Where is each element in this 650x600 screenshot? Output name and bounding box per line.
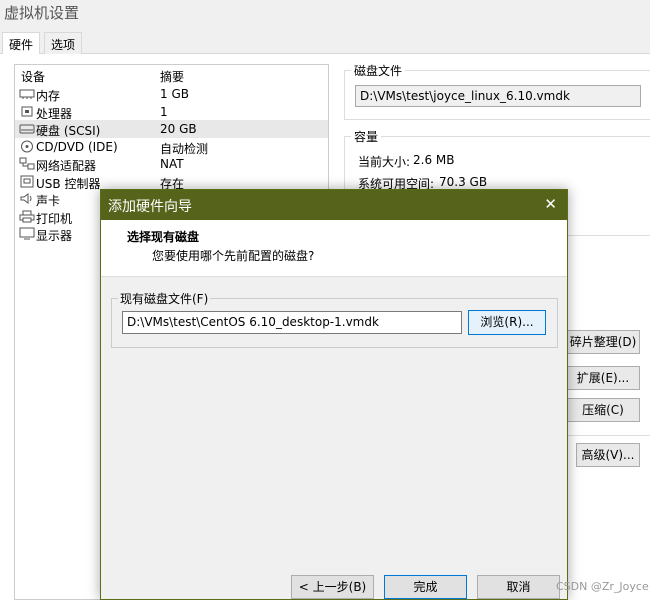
printer-icon: [19, 210, 35, 223]
device-row-processor[interactable]: 处理器 1: [15, 103, 328, 121]
cd-dvd-icon: [19, 140, 35, 153]
close-icon[interactable]: ✕: [544, 195, 557, 213]
back-button[interactable]: < 上一步(B): [291, 575, 374, 599]
sound-icon: [19, 192, 35, 205]
device-name: 网络适配器: [36, 159, 97, 173]
device-name: 打印机: [36, 211, 73, 226]
device-name: 硬盘 (SCSI): [36, 124, 101, 138]
device-list-header: 设备 摘要: [15, 65, 328, 85]
tab-hardware[interactable]: 硬件: [2, 32, 41, 55]
device-name: 声卡: [36, 194, 61, 208]
capacity-label: 容量: [351, 128, 382, 145]
cancel-button[interactable]: 取消: [477, 575, 560, 599]
finish-button[interactable]: 完成: [384, 575, 467, 599]
disk-file-label: 磁盘文件: [351, 62, 406, 79]
free-space-value: 70.3 GB: [439, 175, 488, 189]
dialog-title: 添加硬件向导: [108, 199, 192, 215]
existing-disk-label: 现有磁盘文件(F): [118, 290, 211, 307]
device-row-cd-dvd[interactable]: CD/DVD (IDE) 自动检测: [15, 138, 328, 156]
harddisk-icon: [19, 122, 35, 135]
device-name: USB 控制器: [36, 176, 101, 191]
summary-column-header[interactable]: 摘要: [160, 68, 184, 85]
expand-button[interactable]: 扩展(E)...: [566, 366, 640, 390]
dialog-subheading: 您要使用哪个先前配置的磁盘?: [152, 249, 315, 263]
device-summary: 20 GB: [160, 122, 197, 136]
tab-options[interactable]: 选项: [44, 32, 83, 54]
dialog-heading: 选择现有磁盘: [127, 230, 200, 244]
dialog-header: 选择现有磁盘 您要使用哪个先前配置的磁盘?: [101, 220, 567, 277]
device-name: 处理器: [36, 106, 73, 121]
monitor-icon: [19, 227, 35, 240]
existing-disk-file-input[interactable]: D:\VMs\test\CentOS 6.10_desktop-1.vmdk: [122, 311, 462, 334]
device-row-network[interactable]: 网络适配器 NAT: [15, 155, 328, 173]
device-name: 显示器: [36, 229, 73, 243]
browse-button[interactable]: 浏览(R)...: [468, 310, 546, 335]
device-summary: 1 GB: [160, 87, 189, 101]
disk-file-group: 磁盘文件 D:\VMs\test\joyce_linux_6.10.vmdk: [344, 62, 650, 120]
device-name: 内存: [36, 89, 61, 103]
usb-icon: [19, 175, 35, 188]
device-column-header[interactable]: 设备: [21, 68, 45, 85]
defrag-button[interactable]: 碎片整理(D): [566, 330, 640, 354]
add-hardware-wizard-dialog: 添加硬件向导 ✕ 选择现有磁盘 您要使用哪个先前配置的磁盘? 现有磁盘文件(F)…: [100, 189, 568, 600]
device-row-memory[interactable]: 内存 1 GB: [15, 85, 328, 103]
window-title: 虚拟机设置: [4, 4, 80, 22]
watermark: CSDN @Zr_Joyce: [556, 580, 649, 593]
device-name: CD/DVD (IDE): [36, 139, 118, 154]
device-row-harddisk[interactable]: 硬盘 (SCSI) 20 GB: [15, 120, 328, 138]
dialog-title-bar: 添加硬件向导 ✕: [101, 190, 567, 220]
dialog-footer: < 上一步(B) 完成 取消: [101, 565, 567, 600]
device-summary: 1: [160, 104, 168, 119]
memory-icon: [19, 87, 35, 100]
device-row-usb[interactable]: USB 控制器 存在: [15, 173, 328, 191]
tab-strip: 硬件 选项: [0, 32, 650, 55]
compact-button[interactable]: 压缩(C): [566, 398, 640, 422]
disk-file-field[interactable]: D:\VMs\test\joyce_linux_6.10.vmdk: [355, 85, 641, 107]
network-icon: [19, 157, 35, 170]
device-summary: NAT: [160, 157, 184, 171]
current-size-value: 2.6 MB: [413, 153, 455, 167]
processor-icon: [19, 105, 35, 118]
advanced-button[interactable]: 高级(V)...: [576, 443, 640, 467]
window-title-bar: 虚拟机设置: [0, 0, 650, 30]
device-summary: 自动检测: [160, 141, 209, 156]
existing-disk-group: 现有磁盘文件(F) D:\VMs\test\CentOS 6.10_deskto…: [111, 290, 558, 348]
current-size-label: 当前大小:: [358, 155, 411, 169]
